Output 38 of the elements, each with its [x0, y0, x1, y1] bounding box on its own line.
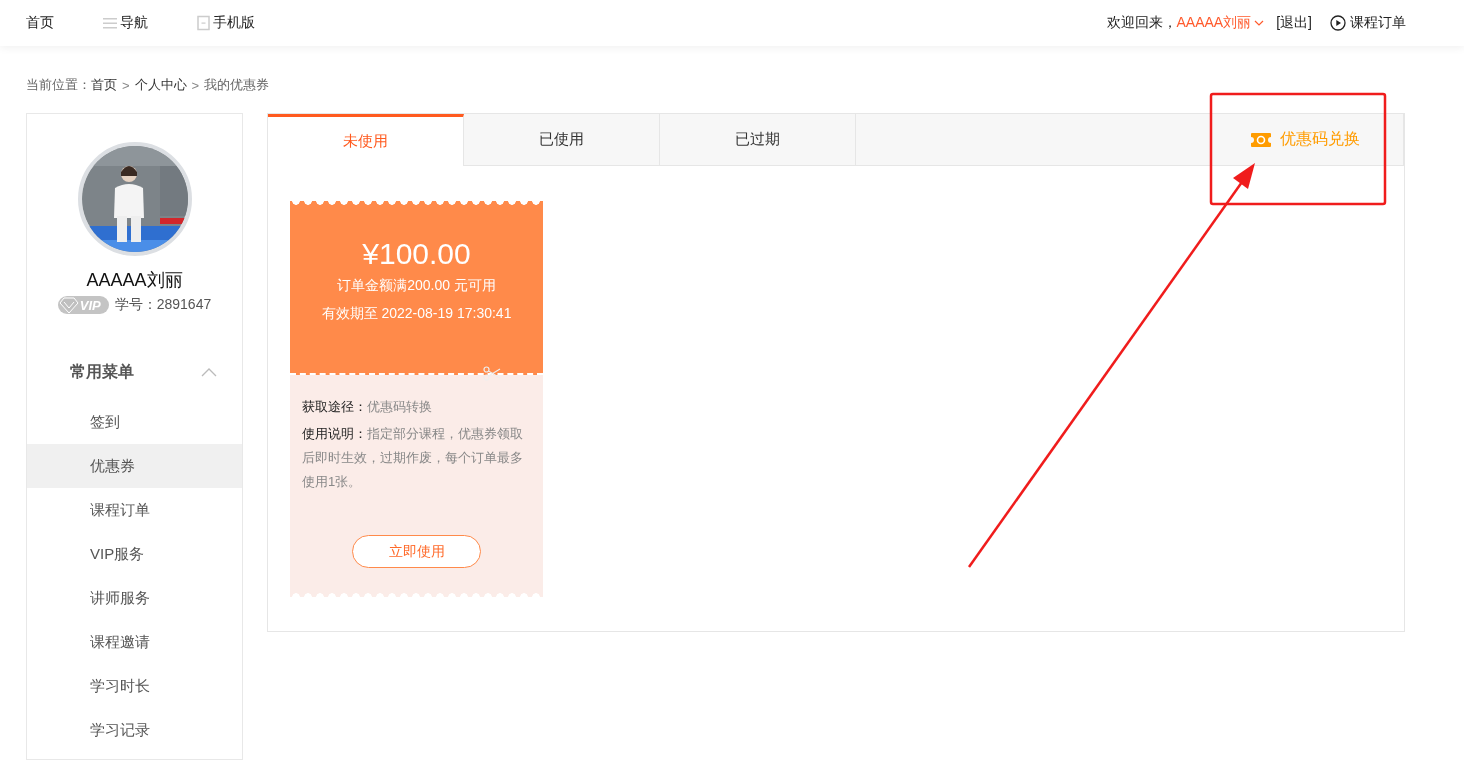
vip-badge: VIP — [57, 296, 109, 314]
coupon-expiry: 有效期至 2022-08-19 17:30:41 — [321, 305, 512, 323]
logout-link[interactable]: [退出] — [1276, 14, 1312, 32]
menu-item[interactable]: 讲师服务 — [27, 576, 242, 620]
phone-icon — [196, 15, 211, 31]
student-id: 学号：2891647 — [114, 296, 212, 314]
scissors-icon — [483, 366, 501, 381]
menu-item[interactable]: 优惠券 — [27, 444, 242, 488]
breadcrumb-separator: > — [191, 77, 200, 93]
breadcrumb-current: 我的优惠券 — [204, 76, 270, 94]
menu-item[interactable]: 签到 — [27, 400, 242, 444]
ticket-icon — [1250, 130, 1272, 149]
breadcrumb-link[interactable]: 个人中心 — [134, 76, 187, 94]
menu-item[interactable]: 课程订单 — [27, 488, 242, 532]
menu-icon — [102, 15, 118, 31]
breadcrumb-separator: > — [122, 77, 130, 93]
coupon-source: 获取途径：优惠码转换 — [302, 398, 433, 416]
nav-link[interactable]: 首页 — [26, 14, 54, 32]
menu-section-header[interactable]: 常用菜单 — [27, 356, 242, 388]
play-icon — [1330, 15, 1346, 31]
greeting-text: 欢迎回来， — [1106, 14, 1177, 32]
breadcrumb-label: 当前位置： — [26, 76, 91, 94]
tab[interactable]: 已使用 — [464, 114, 660, 165]
diamond-icon — [57, 296, 80, 314]
user-name: AAAAA刘丽 — [85, 269, 184, 292]
chevron-down-icon — [1254, 19, 1265, 27]
nav-link[interactable]: 手机版 — [196, 14, 255, 32]
coupon-condition: 订单金额满200.00 元可用 — [337, 277, 496, 295]
menu-item[interactable]: 学习时长 — [27, 664, 242, 708]
menu-item[interactable]: 学习记录 — [27, 708, 242, 752]
coupon-amount: ¥100.00 — [362, 237, 471, 271]
tab[interactable]: 已过期 — [660, 114, 856, 165]
breadcrumb-link[interactable]: 首页 — [91, 76, 117, 94]
nav-link[interactable]: 导航 — [102, 14, 148, 32]
menu-item[interactable]: VIP服务 — [27, 532, 242, 576]
orders-link[interactable]: 课程订单 — [1330, 14, 1406, 32]
usage-note: 使用说明：指定部分课程，优惠券领取后即时生效，过期作废，每个订单最多使用1张。 — [302, 425, 524, 491]
menu-item[interactable]: 课程邀请 — [27, 620, 242, 664]
